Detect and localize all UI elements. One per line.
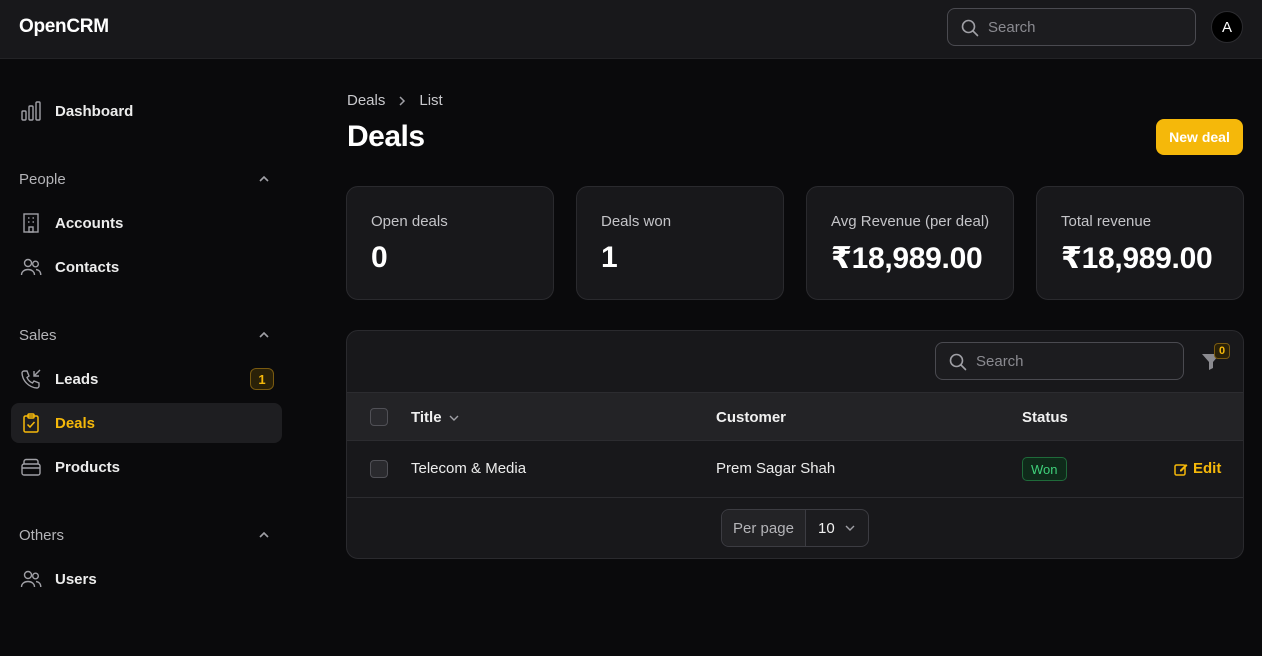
sidebar-item-label: Products: [55, 459, 121, 476]
box-icon: [21, 458, 41, 476]
row-checkbox[interactable]: [370, 460, 388, 478]
stat-label: Deals won: [601, 213, 672, 230]
stat-card-avg-revenue: Avg Revenue (per deal) ₹18,989.00: [806, 186, 1014, 300]
cell-customer: Prem Sagar Shah: [716, 460, 836, 477]
column-status: Status: [1022, 409, 1068, 426]
table-header: Title Customer Status: [347, 392, 1243, 441]
users-icon: [20, 258, 42, 276]
chevron-up-icon[interactable]: [257, 328, 271, 342]
sidebar-item-accounts[interactable]: Accounts: [11, 203, 282, 243]
global-search-input[interactable]: [988, 9, 1188, 45]
global-search[interactable]: [947, 8, 1196, 46]
sidebar-item-leads[interactable]: Leads 1: [11, 359, 282, 399]
per-page-label: Per page: [722, 510, 806, 546]
stat-label: Open deals: [371, 213, 448, 230]
select-all-checkbox[interactable]: [370, 408, 388, 426]
chevron-down-icon: [449, 415, 459, 421]
stat-value: 1: [601, 241, 618, 274]
users-icon: [20, 570, 42, 588]
stat-label: Avg Revenue (per deal): [831, 213, 990, 230]
brand-logo[interactable]: OpenCRM: [19, 16, 109, 38]
cell-title: Telecom & Media: [411, 460, 527, 477]
sidebar-item-label: Dashboard: [55, 103, 134, 120]
sidebar-item-label: Accounts: [55, 215, 124, 232]
per-page-control: Per page 10: [721, 509, 869, 547]
breadcrumb-deals[interactable]: Deals: [347, 92, 385, 109]
page-title: Deals: [347, 120, 425, 153]
filter-count-badge: 0: [1214, 343, 1230, 359]
chevron-right-icon: [399, 95, 406, 106]
phone-incoming-icon: [21, 369, 41, 389]
stat-value: 0: [371, 241, 388, 274]
sidebar-item-products[interactable]: Products: [11, 447, 282, 487]
group-title-people: People: [19, 171, 66, 188]
stat-card-deals-won: Deals won 1: [576, 186, 784, 300]
stat-label: Total revenue: [1061, 213, 1152, 230]
user-avatar[interactable]: A: [1211, 11, 1243, 43]
chevron-down-icon: [845, 525, 855, 531]
leads-count-badge: 1: [250, 368, 274, 390]
table-search[interactable]: [935, 342, 1184, 380]
stat-value: ₹18,989.00: [831, 242, 983, 275]
building-icon: [23, 213, 39, 233]
status-badge: Won: [1022, 457, 1067, 481]
breadcrumb-list: List: [419, 92, 443, 109]
sidebar-item-dashboard[interactable]: Dashboard: [11, 91, 282, 131]
column-customer: Customer: [716, 409, 787, 426]
deals-table: 0 Title Customer Status Telecom & Media …: [346, 330, 1244, 559]
column-title[interactable]: Title: [411, 409, 460, 426]
edit-label: Edit: [1193, 460, 1222, 477]
sidebar-item-label: Contacts: [55, 259, 120, 276]
bar-chart-icon: [21, 101, 41, 121]
sidebar-item-deals[interactable]: Deals: [11, 403, 282, 443]
sidebar: Dashboard People Accounts Contacts Sales…: [0, 60, 300, 656]
group-title-sales: Sales: [19, 327, 57, 344]
chevron-up-icon[interactable]: [257, 172, 271, 186]
top-bar: OpenCRM A: [0, 0, 1262, 59]
sidebar-item-contacts[interactable]: Contacts: [11, 247, 282, 287]
stat-value: ₹18,989.00: [1061, 242, 1213, 275]
stat-card-open-deals: Open deals 0: [346, 186, 554, 300]
new-deal-button[interactable]: New deal: [1156, 119, 1243, 155]
breadcrumb: Deals List: [347, 92, 443, 109]
sidebar-item-users[interactable]: Users: [11, 559, 282, 599]
stat-card-total-revenue: Total revenue ₹18,989.00: [1036, 186, 1244, 300]
search-icon: [949, 353, 967, 371]
search-icon: [961, 19, 979, 37]
sidebar-item-label: Leads: [55, 371, 99, 388]
column-title-label: Title: [411, 409, 442, 426]
group-title-others: Others: [19, 527, 65, 544]
sidebar-item-label: Deals: [55, 415, 96, 432]
clipboard-check-icon: [23, 413, 39, 433]
edit-icon: [1174, 463, 1188, 476]
per-page-value: 10: [818, 519, 835, 537]
per-page-select[interactable]: 10: [806, 510, 868, 546]
table-search-input[interactable]: [976, 343, 1176, 379]
edit-button[interactable]: Edit: [1174, 460, 1221, 477]
chevron-up-icon[interactable]: [257, 528, 271, 542]
table-row[interactable]: Telecom & Media Prem Sagar Shah Won Edit: [347, 441, 1243, 498]
sidebar-item-label: Users: [55, 571, 97, 588]
